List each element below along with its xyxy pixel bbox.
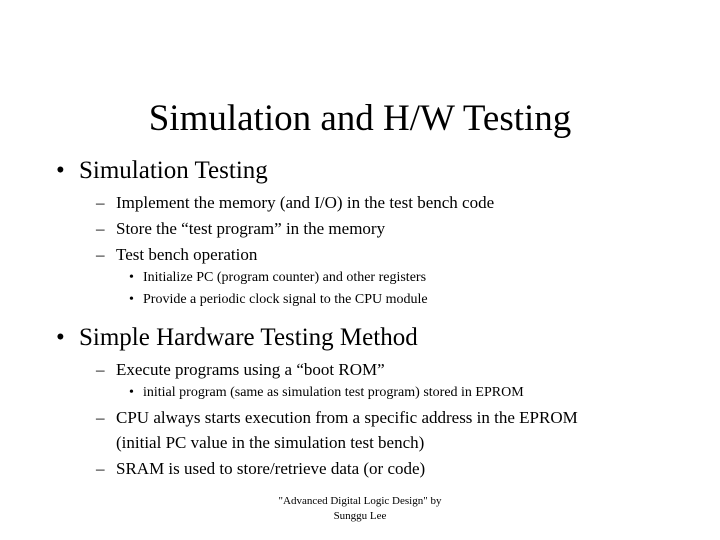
bullet-level2-label: SRAM is used to store/retrieve data (or … — [116, 459, 426, 478]
bullet-level2-label: Test bench operation — [116, 245, 258, 264]
slide: Simulation and H/W Testing • Simulation … — [0, 0, 720, 540]
bullet-level2-label: Execute programs using a “boot ROM” — [116, 360, 385, 379]
bullet-level2-label: Implement the memory (and I/O) in the te… — [116, 193, 495, 212]
bullet-dot-icon: • — [56, 324, 65, 351]
bullet-level2-cpu-starts-execution: – CPU always starts execution from a spe… — [0, 405, 720, 455]
bullet-level3-label: Provide a periodic clock signal to the C… — [143, 292, 428, 307]
slide-body: • Simulation Testing – Implement the mem… — [0, 156, 720, 481]
footer-book-title: "Advanced Digital Logic Design" by — [278, 495, 442, 507]
dash-icon: – — [96, 219, 105, 238]
bullet-level1-label: Simulation Testing — [79, 157, 268, 184]
footer-author: Sunggu Lee — [333, 510, 387, 522]
dash-icon: – — [96, 245, 105, 264]
bullet-level2-label: CPU always starts execution from a speci… — [116, 408, 578, 452]
bullet-level3-initial-program-eprom: • initial program (same as simulation te… — [0, 382, 720, 404]
bullet-level3-provide-clock: • Provide a periodic clock signal to the… — [0, 289, 720, 311]
bullet-level2-execute-programs-boot-rom: – Execute programs using a “boot ROM” — [0, 357, 720, 382]
bullet-level3-initialize-pc: • Initialize PC (program counter) and ot… — [0, 267, 720, 289]
bullet-level2-test-bench-operation: – Test bench operation — [0, 242, 720, 267]
page-title: Simulation and H/W Testing — [148, 97, 572, 139]
bullet-dot-icon: • — [129, 385, 134, 400]
bullet-dot-icon: • — [129, 292, 134, 307]
slide-footer: "Advanced Digital Logic Design" by Sungg… — [0, 494, 720, 524]
dash-icon: – — [96, 408, 105, 427]
dash-icon: – — [96, 459, 105, 478]
bullet-level3-label: initial program (same as simulation test… — [143, 385, 524, 400]
bullet-dot-icon: • — [56, 157, 65, 184]
bullet-level3-label: Initialize PC (program counter) and othe… — [143, 270, 427, 285]
bullet-level2-label: Store the “test program” in the memory — [116, 219, 386, 238]
dash-icon: – — [96, 193, 105, 212]
bullet-level1-simple-hardware-testing-method: • Simple Hardware Testing Method — [0, 323, 720, 353]
bullet-level1-label: Simple Hardware Testing Method — [79, 324, 418, 351]
bullet-level1-simulation-testing: • Simulation Testing — [0, 156, 720, 186]
bullet-level2-sram-store-retrieve: – SRAM is used to store/retrieve data (o… — [0, 456, 720, 481]
bullet-dot-icon: • — [129, 270, 134, 285]
bullet-level2-implement-memory: – Implement the memory (and I/O) in the … — [0, 190, 720, 215]
bullet-level2-store-test-program: – Store the “test program” in the memory — [0, 216, 720, 241]
dash-icon: – — [96, 360, 105, 379]
